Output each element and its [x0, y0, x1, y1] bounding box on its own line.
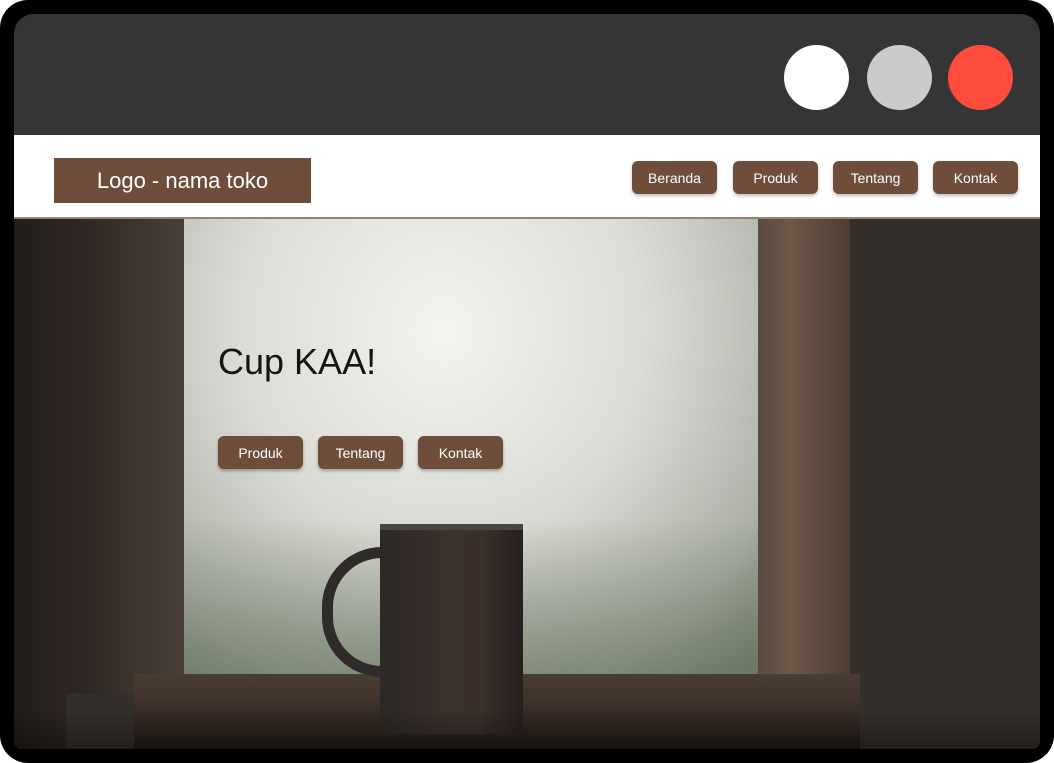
window-button-white[interactable]	[784, 45, 849, 110]
hero-kontak-button[interactable]: Kontak	[418, 436, 503, 469]
hero-title: Cup KAA!	[218, 341, 377, 382]
nav-tentang-button[interactable]: Tentang	[833, 161, 918, 194]
device-frame: Logo - nama toko Beranda Produk Tentang …	[0, 0, 1054, 763]
hero-image-window-frame-left	[66, 219, 184, 694]
window-button-red[interactable]	[948, 45, 1013, 110]
hero-image-wall-left	[14, 219, 66, 749]
browser-window: Logo - nama toko Beranda Produk Tentang …	[14, 14, 1040, 749]
hero-section: Cup KAA! Produk Tentang Kontak	[14, 219, 1040, 749]
hero-produk-button[interactable]: Produk	[218, 436, 303, 469]
nav-kontak-button[interactable]: Kontak	[933, 161, 1018, 194]
mug-rim	[380, 524, 523, 530]
hero-tentang-button[interactable]: Tentang	[318, 436, 403, 469]
nav-produk-button[interactable]: Produk	[733, 161, 818, 194]
title-bar	[14, 14, 1040, 136]
logo[interactable]: Logo - nama toko	[54, 158, 311, 203]
hero-image-window-frame-right	[758, 219, 850, 709]
nav-beranda-button[interactable]: Beranda	[632, 161, 717, 194]
window-button-gray[interactable]	[867, 45, 932, 110]
mug	[380, 524, 523, 734]
hero-image-wall-right	[850, 219, 1040, 749]
navbar: Logo - nama toko Beranda Produk Tentang …	[14, 135, 1040, 219]
hero-image-shadow	[14, 709, 1040, 749]
